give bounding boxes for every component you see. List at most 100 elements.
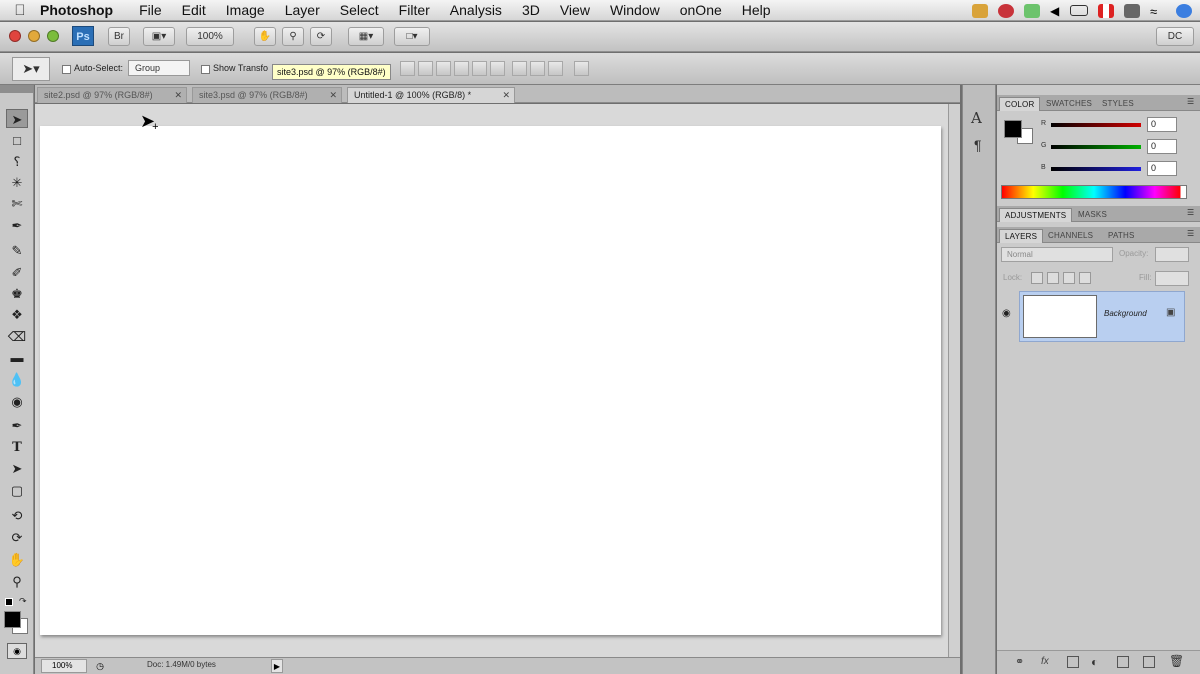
lock-position-icon[interactable] [1063, 272, 1075, 284]
tab-site2[interactable]: site2.psd @ 97% (RGB/8#) ✕ [37, 87, 187, 103]
menu-file[interactable]: File [139, 2, 162, 18]
display-icon[interactable] [1124, 3, 1140, 18]
close-tab-icon[interactable]: ✕ [174, 88, 182, 103]
hand-tool-icon[interactable]: ✋ [254, 27, 276, 46]
tab-swatches[interactable]: SWATCHES [1041, 97, 1097, 111]
status-zoom-field[interactable]: 100% [41, 659, 87, 673]
new-group-icon[interactable] [1117, 656, 1129, 668]
color-fg-swatch[interactable] [1004, 120, 1022, 138]
close-tab-icon[interactable]: ✕ [329, 88, 337, 103]
tab-styles[interactable]: STYLES [1097, 97, 1139, 111]
opacity-field[interactable] [1155, 247, 1189, 262]
volume-icon[interactable]: ◀ [1050, 4, 1060, 18]
adjustment-layer-icon[interactable]: ◐ [1091, 655, 1098, 669]
blur-tool-icon[interactable]: 💧 [6, 370, 28, 389]
status-info-icon[interactable]: ◷ [93, 659, 107, 673]
quick-mask-icon[interactable]: ◉ [7, 643, 27, 659]
align-bottom-icon[interactable] [436, 61, 451, 76]
eraser-tool-icon[interactable]: ⌫ [6, 327, 28, 346]
close-tab-icon[interactable]: ✕ [502, 88, 510, 103]
tab-site3[interactable]: site3.psd @ 97% (RGB/8#) ✕ [192, 87, 342, 103]
tools-panel-grip[interactable] [0, 85, 33, 93]
move-tool-icon[interactable]: ➤ [6, 109, 28, 128]
align-top-icon[interactable] [400, 61, 415, 76]
quick-selection-tool-icon[interactable]: ✳ [6, 173, 28, 192]
shape-tool-icon[interactable]: ▢ [6, 481, 28, 500]
default-colors-icon[interactable] [5, 598, 13, 606]
check-icon[interactable] [1024, 3, 1040, 18]
tab-channels[interactable]: CHANNELS [1043, 229, 1098, 243]
spotlight-search-icon[interactable] [1176, 3, 1192, 18]
auto-select-checkbox[interactable] [62, 65, 71, 74]
menu-window[interactable]: Window [610, 2, 660, 18]
lock-all-icon[interactable] [1079, 272, 1091, 284]
show-transform-checkbox[interactable] [201, 65, 210, 74]
distribute-vcenter-icon[interactable] [472, 61, 487, 76]
brush-tool-icon[interactable]: ✐ [6, 263, 28, 282]
link-layers-icon[interactable]: ⚭ [1015, 655, 1024, 668]
zoom-tool-icon[interactable]: ⚲ [282, 27, 304, 46]
foreground-color-swatch[interactable] [4, 611, 21, 628]
menu-select[interactable]: Select [340, 2, 379, 18]
panel-menu-icon[interactable]: ☰ [1187, 229, 1194, 238]
paragraph-panel-icon[interactable]: ¶ [974, 137, 982, 153]
zoom-level-select[interactable]: 100% [186, 27, 234, 46]
distribute-left-icon[interactable] [512, 61, 527, 76]
marquee-tool-icon[interactable]: □ [6, 131, 28, 150]
type-tool-icon[interactable]: T [6, 438, 28, 457]
tab-untitled-1[interactable]: Untitled-1 @ 100% (RGB/8) * ✕ [347, 87, 515, 103]
menu-app-name[interactable]: Photoshop [40, 2, 113, 18]
distribute-right-icon[interactable] [548, 61, 563, 76]
green-value-field[interactable]: 0 [1147, 139, 1177, 154]
record-icon[interactable] [998, 3, 1014, 18]
distribute-top-icon[interactable] [454, 61, 469, 76]
history-brush-tool-icon[interactable]: ❖ [6, 305, 28, 324]
workspace-switcher[interactable]: DC [1156, 27, 1194, 46]
zoom-window-button[interactable] [47, 30, 59, 42]
new-layer-icon[interactable] [1143, 656, 1155, 668]
menu-edit[interactable]: Edit [182, 2, 206, 18]
minimize-window-button[interactable] [28, 30, 40, 42]
layer-style-icon[interactable]: fx [1041, 656, 1049, 667]
menu-3d[interactable]: 3D [522, 2, 540, 18]
zoom-tool-icon[interactable]: ⚲ [6, 572, 28, 591]
align-vcenter-icon[interactable] [418, 61, 433, 76]
blue-value-field[interactable]: 0 [1147, 161, 1177, 176]
bridge-button[interactable]: Br [108, 27, 130, 46]
status-menu-arrow-icon[interactable]: ▶ [271, 659, 283, 673]
healing-brush-tool-icon[interactable]: ✎ [6, 241, 28, 260]
tray-app-icon[interactable] [972, 3, 988, 18]
auto-align-icon[interactable] [574, 61, 589, 76]
view-extras-button[interactable]: ▣▾ [143, 27, 175, 46]
panel-menu-icon[interactable]: ☰ [1187, 208, 1194, 217]
lock-transparent-icon[interactable] [1031, 272, 1043, 284]
panel-menu-icon[interactable]: ☰ [1187, 97, 1194, 106]
distribute-hcenter-icon[interactable] [530, 61, 545, 76]
menu-analysis[interactable]: Analysis [450, 2, 502, 18]
green-slider[interactable] [1051, 145, 1141, 149]
red-value-field[interactable]: 0 [1147, 117, 1177, 132]
menu-onone[interactable]: onOne [680, 2, 722, 18]
battery-icon[interactable] [1070, 5, 1088, 16]
tab-adjustments[interactable]: ADJUSTMENTS [999, 208, 1073, 222]
add-mask-icon[interactable] [1067, 656, 1079, 668]
tab-masks[interactable]: MASKS [1073, 208, 1112, 222]
menu-help[interactable]: Help [742, 2, 771, 18]
fill-field[interactable] [1155, 271, 1189, 286]
close-window-button[interactable] [9, 30, 21, 42]
hand-tool-icon[interactable]: ✋ [6, 550, 28, 569]
lasso-tool-icon[interactable]: ؟ [6, 152, 28, 171]
3d-orbit-tool-icon[interactable]: ⟳ [6, 528, 28, 547]
tab-paths[interactable]: PATHS [1103, 229, 1139, 243]
menu-image[interactable]: Image [226, 2, 265, 18]
red-slider[interactable] [1051, 123, 1141, 127]
lock-image-icon[interactable] [1047, 272, 1059, 284]
vertical-scrollbar[interactable] [948, 104, 960, 657]
swap-colors-icon[interactable]: ↷ [19, 596, 27, 607]
tab-layers[interactable]: LAYERS [999, 229, 1044, 243]
dodge-tool-icon[interactable]: ◉ [6, 392, 28, 411]
tab-color[interactable]: COLOR [999, 97, 1041, 111]
distribute-bottom-icon[interactable] [490, 61, 505, 76]
pen-tool-icon[interactable]: ✒ [6, 416, 28, 435]
screen-mode-button[interactable]: □▾ [394, 27, 430, 46]
